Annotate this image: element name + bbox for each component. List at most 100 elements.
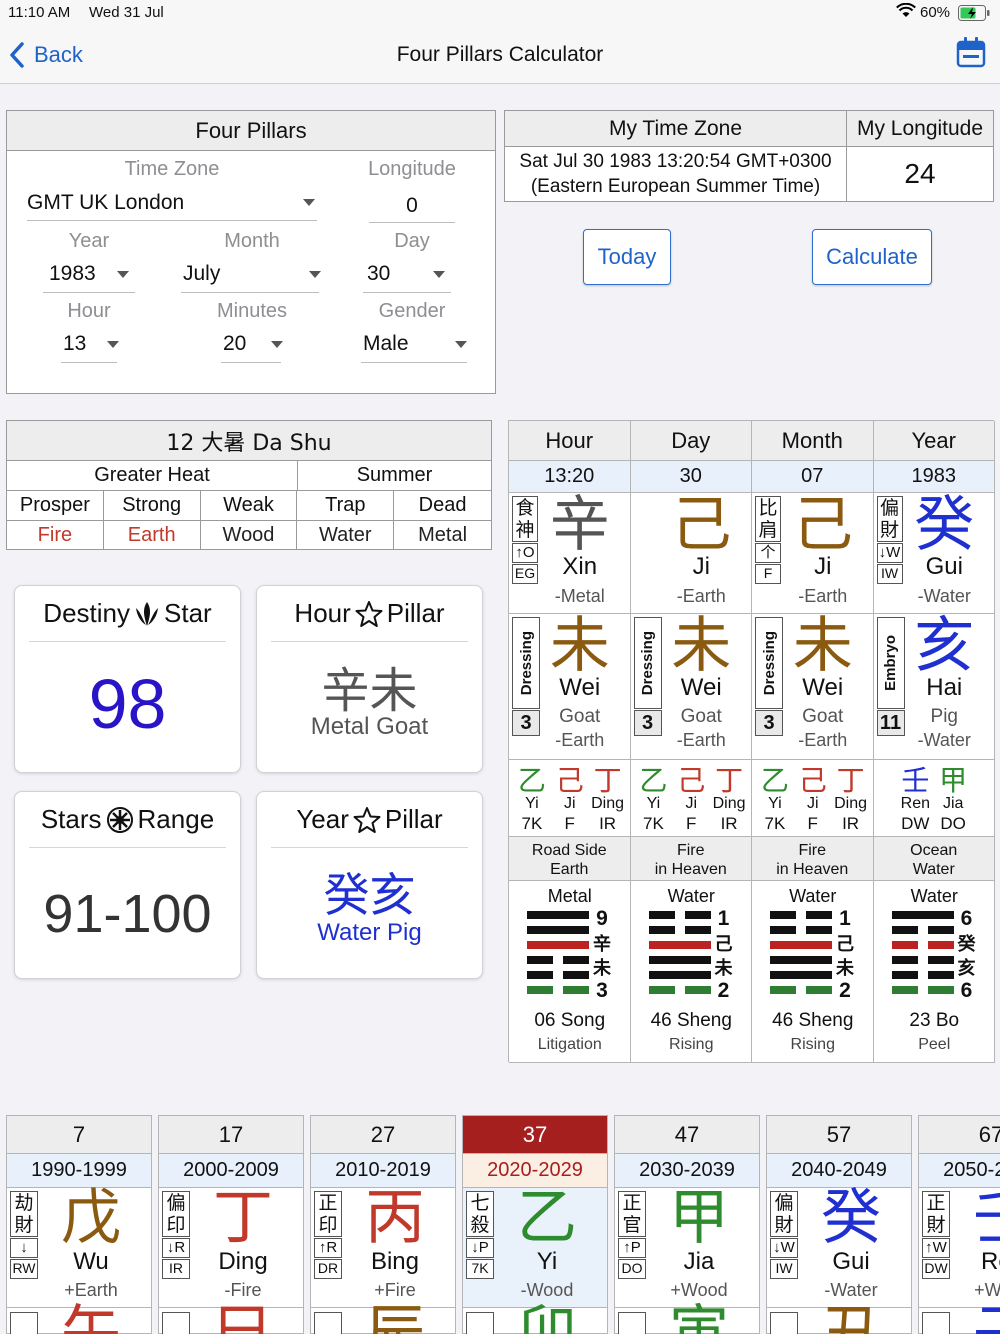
- luck-stem-element: +Earth: [64, 1280, 118, 1300]
- phoenix-icon: [136, 601, 158, 626]
- luck-stem-character: 丙: [365, 1183, 425, 1253]
- pillar-date-value: 30: [630, 461, 752, 493]
- luck-pillar-column[interactable]: 57 2040-2049 偏財 ↓W IW 癸 Gui -Water 丑: [766, 1115, 912, 1334]
- hexagram-annotation: 未: [593, 958, 611, 979]
- hexagram-annotation: 2: [839, 979, 851, 1002]
- hexagram-line-broken: [891, 926, 918, 934]
- luck-pillar-column[interactable]: 37 2020-2029 七殺 ↓P 7K 乙 Yi -Wood 卯: [462, 1115, 608, 1334]
- luck-stem-cell: 正財↑WDW壬Ren+Water: [919, 1186, 1000, 1308]
- state-cell: Trap: [297, 491, 395, 521]
- ten-god-char: 印: [318, 1214, 338, 1236]
- hexagram-description: Peel: [918, 1036, 951, 1053]
- calculate-button[interactable]: Calculate: [812, 229, 932, 285]
- luck-stem-character: 乙: [517, 1183, 577, 1253]
- luck-pillars-strip: 7 1990-1999 劫財 ↓ RW 戊 Wu +Earth 午 17 2000-2009 偏印 ↓R…: [0, 1115, 1000, 1334]
- hour-label: Hour: [294, 598, 351, 628]
- luck-branch-character: 卯: [517, 1299, 577, 1334]
- luck-stem-pinyin: Bing: [370, 1248, 420, 1275]
- luck-stem-cell: 劫財 ↓ RW 戊 Wu +Earth: [7, 1186, 151, 1308]
- nayin-line: in Heaven: [654, 861, 727, 878]
- nayin-line: Road Side: [531, 842, 607, 859]
- luck-pillar-column[interactable]: 27 2010-2019 正印 ↑R DR 丙 Bing +Fire 辰: [310, 1115, 456, 1334]
- ten-god-char: 印: [166, 1214, 186, 1236]
- longitude-label: Longitude: [368, 157, 456, 180]
- month-select[interactable]: July: [181, 257, 321, 293]
- season-group-2: Summer: [298, 461, 491, 491]
- heavenly-stem-cell: 食神 ↑O EG 辛 Xin -Metal: [509, 493, 631, 614]
- luck-branch-character: 辰: [365, 1299, 425, 1334]
- heavenly-stem-cell: 己 Ji -Earth: [630, 493, 752, 614]
- hidden-stem-pinyin: Ren: [900, 795, 930, 812]
- dropdown-caret-icon: [117, 271, 129, 278]
- time-zone-select[interactable]: GMT UK London: [27, 185, 317, 221]
- minutes-value: 20: [223, 332, 247, 355]
- time-zone-line1: Sat Jul 30 1983 13:20:54 GMT+0300: [519, 151, 832, 172]
- hexagram-line-solid: [770, 956, 832, 964]
- pillar-label: Pillar: [384, 804, 443, 834]
- hidden-stem-god: DW: [901, 814, 930, 833]
- hexagram-line-broken: [806, 911, 832, 919]
- luck-pillar-column[interactable]: 17 2000-2009 偏印 ↓R IR 丁 Ding -Fire 巳: [158, 1115, 304, 1334]
- luck-age: 67: [919, 1116, 1000, 1154]
- time-zone-info: My Time Zone My Longitude Sat Jul 30 198…: [504, 110, 994, 202]
- gender-select[interactable]: Male: [361, 327, 467, 363]
- earthly-branch-cell: Dressing 3 未 Wei Goat -Earth: [630, 614, 752, 760]
- nayin-cell: Ocean Water: [873, 837, 995, 881]
- solar-term-table: 12 大暑 Da Shu Greater Heat Summer Prosper…: [6, 420, 492, 550]
- earthly-branch-cell: Dressing 3 未 Wei Goat -Earth: [509, 614, 631, 760]
- hidden-stem-god: 7K: [521, 814, 543, 833]
- back-button[interactable]: Back: [8, 40, 83, 70]
- hidden-stem-god: IR: [842, 814, 860, 833]
- hour-select[interactable]: 13: [61, 327, 119, 363]
- pillar-date-value: 13:20: [509, 461, 631, 493]
- hidden-stem-god: F: [807, 814, 818, 833]
- hexagram-cell: Metal 9 辛未 3 06 Song Litigation: [509, 881, 631, 1063]
- hexagram-line-broken: [684, 926, 711, 934]
- hexagram-line-solid: [527, 911, 589, 919]
- stem-element: -Earth: [798, 586, 848, 606]
- pillar-header: Hour: [509, 421, 631, 461]
- hexagram-line-solid: [527, 926, 589, 934]
- stem-character: 癸: [914, 493, 975, 560]
- calendar-icon[interactable]: [956, 36, 986, 73]
- ten-god-char: 正: [622, 1192, 642, 1214]
- branch-character: 未: [792, 614, 853, 681]
- day-select[interactable]: 30: [363, 257, 451, 293]
- branch-pinyin: Wei: [802, 674, 844, 701]
- stars-label: Stars: [40, 804, 102, 834]
- luck-branch-character: 巳: [213, 1299, 273, 1334]
- stem-element: -Earth: [676, 586, 726, 606]
- hidden-stem-pinyin: Yi: [525, 795, 539, 812]
- nayin-line: in Heaven: [776, 861, 849, 878]
- branch-pinyin: Hai: [926, 674, 963, 701]
- stars-range-card: Stars Range 91-100: [14, 791, 241, 979]
- luck-stem-cell: 正官 ↑P DO 甲 Jia +Wood: [615, 1186, 759, 1308]
- minutes-select[interactable]: 20: [221, 327, 283, 363]
- ten-god-char: 正: [926, 1192, 946, 1214]
- longitude-input[interactable]: 0: [369, 189, 455, 223]
- battery-icon: [958, 5, 990, 25]
- ten-god-char: 偏: [774, 1192, 794, 1214]
- stem-pinyin: Ji: [814, 553, 832, 580]
- today-button[interactable]: Today: [583, 229, 671, 285]
- year-pillar-chinese: 癸亥: [323, 868, 416, 922]
- luck-pillar-column[interactable]: 47 2030-2039 正官 ↑P DO 甲 Jia +Wood 寅: [614, 1115, 760, 1334]
- stem-pinyin: Gui: [925, 553, 963, 580]
- destiny-star-card: Destiny Star 98: [14, 585, 241, 773]
- hexagram-description: Rising: [669, 1036, 714, 1053]
- wifi-icon: [896, 2, 916, 23]
- hidden-stem-pinyin: Ji: [806, 795, 819, 812]
- hexagram-line-broken: [770, 986, 796, 994]
- hexagram-line-broken: [648, 926, 675, 934]
- dropdown-caret-icon: [309, 271, 321, 278]
- hexagram-line-broken: [527, 956, 553, 964]
- earthly-branch-cell: Dressing 3 未 Wei Goat -Earth: [752, 614, 874, 760]
- luck-pillar-column[interactable]: 7 1990-1999 劫財 ↓ RW 戊 Wu +Earth 午: [6, 1115, 152, 1334]
- luck-pillar-column[interactable]: 672050-2059正財↑WDW壬Ren+Water子: [918, 1115, 1000, 1334]
- hexagram-line-broken: [648, 986, 675, 994]
- dropdown-caret-icon: [303, 199, 315, 206]
- year-select[interactable]: 1983: [43, 257, 135, 293]
- hexagram-line-solid: [648, 941, 711, 949]
- hidden-stem-pinyin: Jia: [942, 795, 964, 812]
- heavenly-stem-cell: 比肩个 F 己 Ji -Earth: [752, 493, 874, 614]
